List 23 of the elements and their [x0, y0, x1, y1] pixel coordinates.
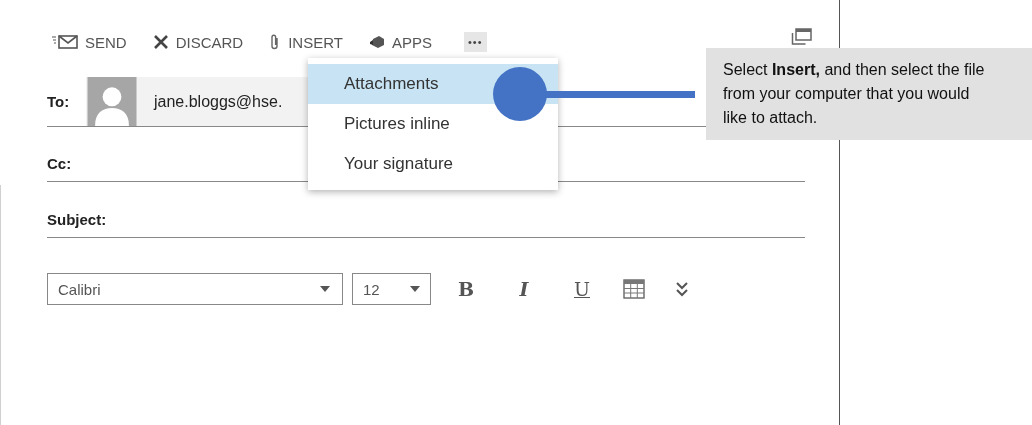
insert-button[interactable]: INSERT: [269, 33, 343, 51]
chevron-down-icon[interactable]: [675, 281, 689, 297]
close-icon: [152, 34, 169, 50]
italic-button[interactable]: I: [513, 278, 535, 300]
field-label: Subject:: [47, 211, 107, 229]
table-icon[interactable]: [623, 279, 645, 299]
callout-text: Select Insert, and then select the file from your computer that you would like to attach.: [706, 48, 1032, 140]
apps-button[interactable]: APPS: [368, 33, 432, 51]
send-button[interactable]: SEND: [52, 33, 127, 51]
popout-icon[interactable]: [790, 28, 812, 45]
more-button[interactable]: •••: [463, 32, 487, 52]
font-dropdown[interactable]: Calibri: [47, 273, 343, 305]
discard-button[interactable]: DISCARD: [152, 33, 244, 51]
bold-button[interactable]: B: [455, 278, 477, 300]
send-icon: [52, 34, 78, 50]
caret-icon: [409, 286, 420, 292]
font-size-dropdown[interactable]: 12: [352, 273, 431, 305]
caret-icon: [320, 286, 330, 292]
avatar-icon: [86, 77, 138, 126]
field-label: Cc:: [47, 155, 73, 173]
underline-button[interactable]: U: [571, 278, 593, 300]
field-label: To:: [47, 92, 71, 111]
menu-item[interactable]: Your signature: [308, 144, 558, 184]
